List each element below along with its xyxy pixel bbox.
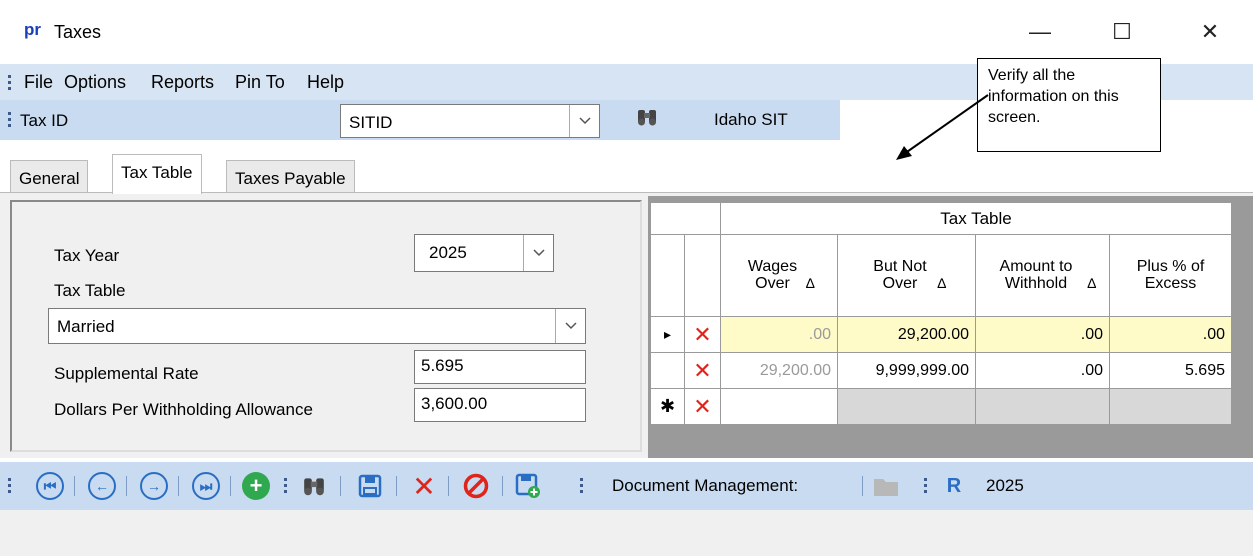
app-logo-icon: pr [24,20,41,39]
toolbar-grip-icon[interactable] [924,478,930,493]
sort-icon: ∆ [1087,275,1097,291]
row-header-cell [650,234,685,317]
cell-wages-over[interactable] [720,388,838,425]
grid-title: Tax Table [720,202,1232,235]
tab-general[interactable]: General [10,160,89,194]
cell-but-not-over[interactable] [837,388,976,425]
binoculars-icon[interactable] [636,107,658,129]
separator [74,476,75,496]
toolbar-grip-icon[interactable] [580,478,586,493]
delete-row-icon[interactable]: ✕ [684,352,721,389]
cell-amount-to-withhold[interactable]: .00 [975,352,1110,389]
tax-table-select[interactable]: Married [48,308,586,344]
tax-id-description: Idaho SIT [714,110,788,129]
window-title: Taxes [54,22,102,42]
separator [862,476,863,496]
chevron-down-icon[interactable] [569,105,599,137]
cell-plus-percent[interactable]: .00 [1109,316,1232,353]
tax-year-value: 2025 [429,243,467,262]
cell-but-not-over[interactable]: 29,200.00 [837,316,976,353]
chevron-down-icon[interactable] [555,309,585,343]
chevron-down-icon[interactable] [523,235,553,271]
separator [448,476,449,496]
tax-table-value: Married [57,317,115,336]
menu-options[interactable]: Options [64,72,126,93]
cell-amount-to-withhold[interactable] [975,388,1110,425]
tax-id-value: SITID [349,113,393,132]
cell-but-not-over[interactable]: 9,999,999.00 [837,352,976,389]
separator [340,476,341,496]
tax-id-label: Tax ID [20,111,69,130]
find-icon[interactable] [300,472,328,500]
status-bar [0,510,1253,556]
tab-tax-table[interactable]: Tax Table [112,154,202,194]
row-header-cell [684,234,721,317]
tax-id-select[interactable]: SITID [340,104,600,138]
delete-row-icon[interactable]: ✕ [684,316,721,353]
menu-file[interactable]: File [24,72,53,93]
cell-plus-percent[interactable] [1109,388,1232,425]
tax-year-select[interactable]: 2025 [414,234,554,272]
column-header-but-not-over[interactable]: But Not Over ∆ [837,234,976,317]
separator [178,476,179,496]
sort-icon: ∆ [937,275,947,291]
column-header-wages-over[interactable]: Wages Over ∆ [720,234,838,317]
dollars-per-allowance-input[interactable]: 3,600.00 [414,388,586,422]
separator [126,476,127,496]
save-icon[interactable] [356,472,384,500]
previous-icon[interactable]: ← [88,472,116,500]
delete-icon[interactable]: ✕ [410,471,438,502]
callout-note: Verify all the information on this scree… [977,58,1161,152]
sort-icon: ∆ [805,275,815,291]
report-icon[interactable]: R [940,472,968,500]
add-icon[interactable]: + [242,472,270,500]
maximize-button[interactable]: ☐ [1092,10,1152,54]
taxid-grip-icon[interactable] [8,112,14,127]
menu-grip-icon[interactable] [8,75,14,90]
column-header-plus-percent-excess[interactable]: Plus % of Excess [1109,234,1232,317]
dollars-per-allowance-label: Dollars Per Withholding Allowance [54,400,313,419]
new-row-icon: ✱ [650,388,685,425]
current-row-icon: ▸ [650,316,685,353]
cell-amount-to-withhold[interactable]: .00 [975,316,1110,353]
callout-arrow-icon [896,94,989,160]
menu-pin-to[interactable]: Pin To [235,72,285,93]
toolbar-grip-icon[interactable] [284,478,290,493]
separator [230,476,231,496]
cell-wages-over[interactable]: 29,200.00 [720,352,838,389]
menu-reports[interactable]: Reports [151,72,214,93]
cancel-icon[interactable] [462,472,490,500]
last-icon[interactable]: ⏭ [192,472,220,500]
new-row[interactable]: ✱ ✕ [650,388,1232,425]
tax-table-label: Tax Table [54,281,126,300]
first-icon[interactable]: ⏮ [36,472,64,500]
close-button[interactable]: ✕ [1180,10,1240,54]
folder-icon[interactable] [872,472,900,500]
document-management-label: Document Management: [612,476,799,495]
minimize-button[interactable]: — [1010,10,1070,54]
menu-help[interactable]: Help [307,72,344,93]
tax-table-grid: Tax Table Wages Over ∆ But Not Over ∆ Am… [650,202,1232,425]
save-new-icon[interactable] [514,472,542,500]
table-row[interactable]: ▸ ✕ .00 29,200.00 .00 .00 [650,316,1232,353]
table-row[interactable]: ✕ 29,200.00 9,999,999.00 .00 5.695 [650,352,1232,389]
document-year: 2025 [986,476,1024,495]
cell-wages-over[interactable]: .00 [720,316,838,353]
toolbar-grip-icon[interactable] [8,478,14,493]
delete-row-icon[interactable]: ✕ [684,388,721,425]
tab-taxes-payable[interactable]: Taxes Payable [226,160,355,194]
supplemental-rate-label: Supplemental Rate [54,364,199,383]
column-header-amount-to-withhold[interactable]: Amount to Withhold ∆ [975,234,1110,317]
cell-plus-percent[interactable]: 5.695 [1109,352,1232,389]
supplemental-rate-input[interactable]: 5.695 [414,350,586,384]
separator [502,476,503,496]
tax-year-label: Tax Year [54,246,120,265]
next-icon[interactable]: → [140,472,168,500]
grid-corner [650,202,721,235]
row-indicator [650,352,685,389]
separator [396,476,397,496]
